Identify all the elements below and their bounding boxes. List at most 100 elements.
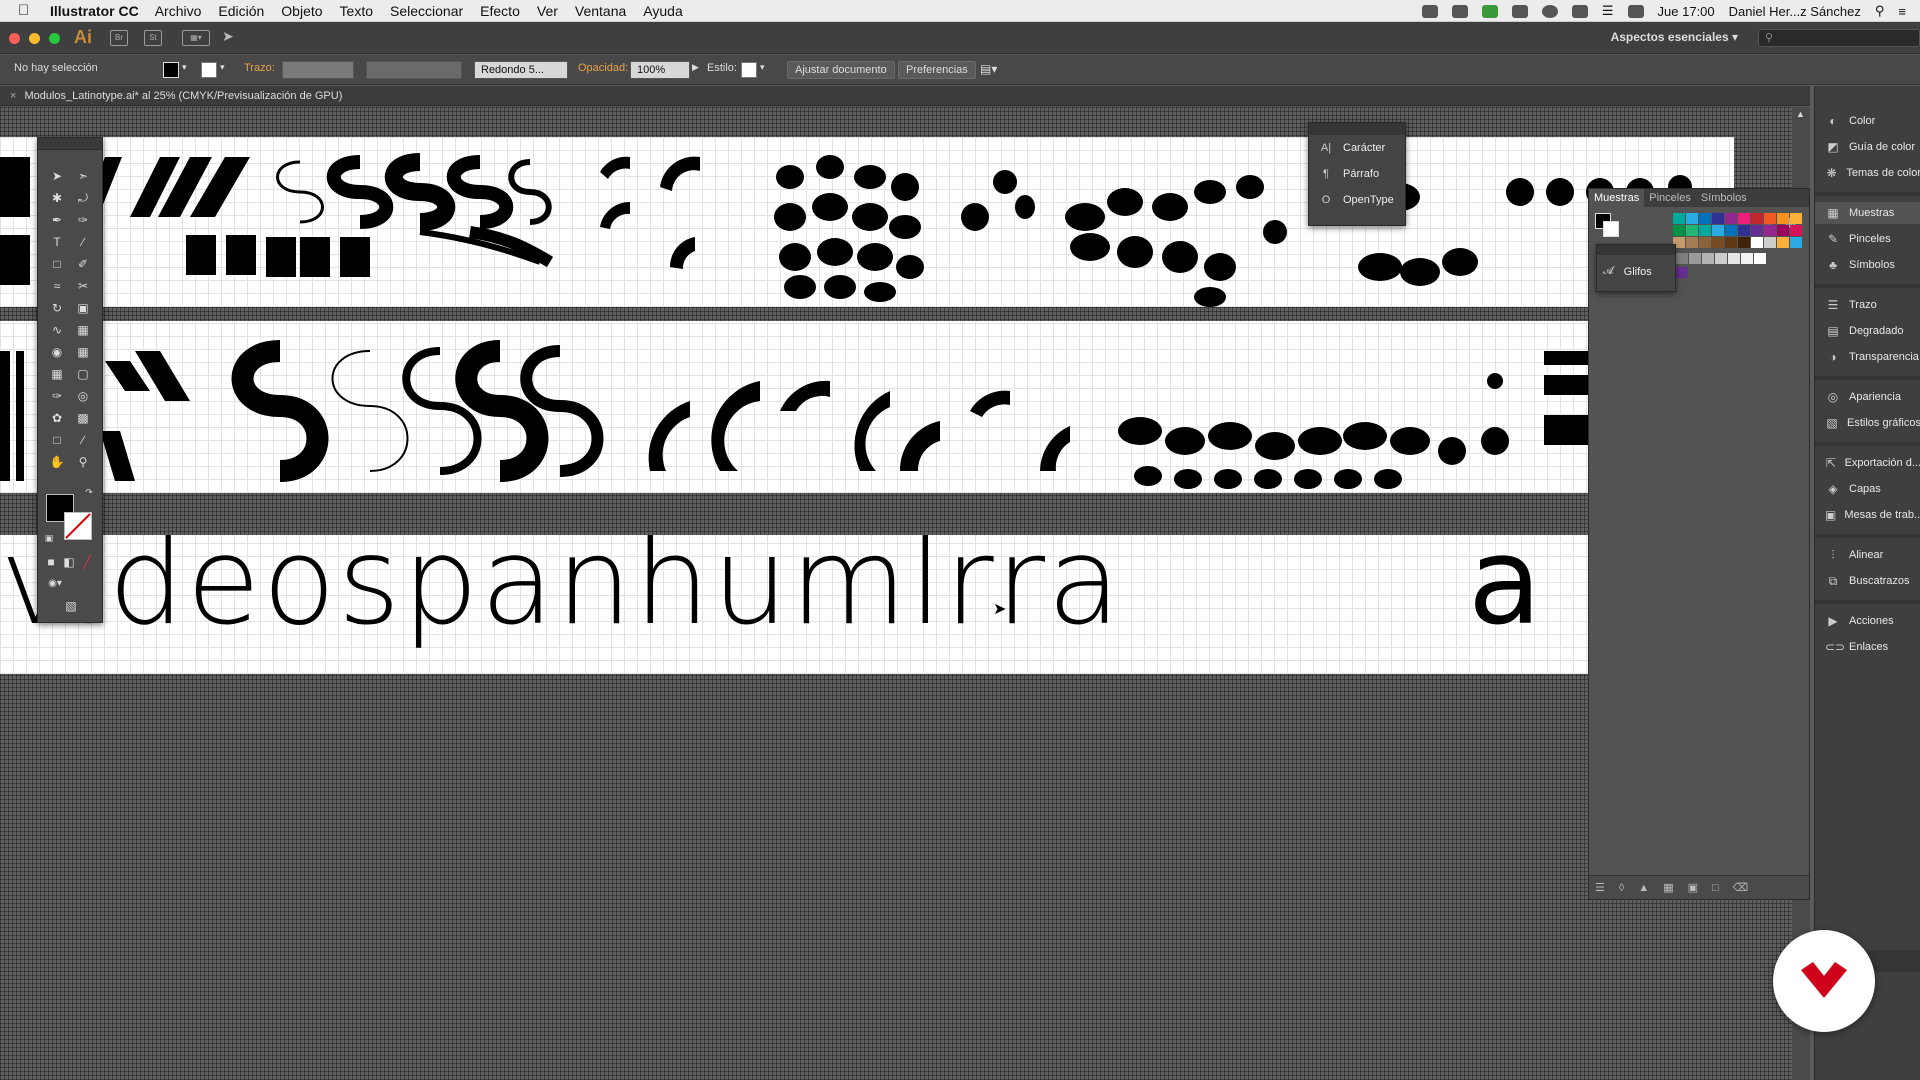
dock-item-align[interactable]: ⫶ Alinear bbox=[1815, 544, 1920, 566]
artboard-top[interactable] bbox=[0, 137, 1734, 307]
swap-fill-stroke-icon[interactable]: ↷ bbox=[78, 482, 100, 502]
style-dropdown-icon[interactable]: ▾ bbox=[760, 62, 765, 73]
dock-item-graphic-styles[interactable]: ▧ Estilos gráficos bbox=[1815, 412, 1920, 434]
color-swatch[interactable] bbox=[1738, 237, 1750, 248]
color-swatch[interactable] bbox=[1712, 225, 1724, 236]
dock-item-symbols[interactable]: ♣ Símbolos bbox=[1815, 254, 1920, 276]
document-tab[interactable]: × Modulos_Latinotype.ai* al 25% (CMYK/Pre… bbox=[0, 86, 1810, 106]
preferences-button[interactable]: Preferencias bbox=[898, 61, 976, 79]
arrange-icon[interactable]: ▤▾ bbox=[980, 62, 997, 76]
color-swatch[interactable] bbox=[1686, 225, 1698, 236]
gray-swatch[interactable] bbox=[1741, 253, 1753, 264]
menu-ver[interactable]: Ver bbox=[537, 3, 558, 19]
color-swatch[interactable] bbox=[1725, 237, 1737, 248]
dock-item-transparency[interactable]: ◑ Transparencia bbox=[1815, 346, 1920, 368]
artboard-middle[interactable] bbox=[0, 321, 1588, 493]
color-swatch[interactable] bbox=[1751, 237, 1763, 248]
fit-document-button[interactable]: Ajustar documento bbox=[787, 61, 895, 79]
color-swatch[interactable] bbox=[1790, 213, 1802, 224]
flag-icon[interactable] bbox=[1481, 4, 1498, 18]
opacity-arrow-icon[interactable]: ▶ bbox=[692, 62, 699, 73]
line-tool-icon[interactable]: ∕ bbox=[72, 232, 94, 252]
dock-item-swatches[interactable]: ▦ Muestras bbox=[1815, 202, 1920, 224]
swatch-options-icon[interactable]: ▦ bbox=[1663, 881, 1673, 894]
menu-ventana[interactable]: Ventana bbox=[575, 3, 626, 19]
glyphs-panel-button[interactable]: 𝓐 Glifos bbox=[1603, 265, 1652, 278]
glyphs-panel-header[interactable] bbox=[1597, 245, 1675, 255]
magic-wand-tool-icon[interactable]: ✱ bbox=[46, 188, 68, 208]
stroke-indicator[interactable] bbox=[1603, 221, 1619, 237]
stroke-dropdown-icon[interactable]: ▾ bbox=[220, 62, 225, 73]
user-name[interactable]: Daniel Her...z Sánchez bbox=[1729, 4, 1861, 19]
color-swatch[interactable] bbox=[1777, 225, 1789, 236]
clock[interactable]: Jue 17:00 bbox=[1658, 4, 1715, 19]
shape-builder-tool-icon[interactable]: ◉ bbox=[46, 342, 68, 362]
menu-efecto[interactable]: Efecto bbox=[480, 3, 520, 19]
rectangle-tool-icon[interactable]: □ bbox=[46, 254, 68, 274]
dock-item-actions[interactable]: ▶ Acciones bbox=[1815, 610, 1920, 632]
dock-item-stroke[interactable]: ☰ Trazo bbox=[1815, 294, 1920, 316]
gray-swatch[interactable] bbox=[1728, 253, 1740, 264]
tools-panel-header[interactable] bbox=[38, 138, 102, 150]
artboard-text[interactable]: videospanhumlrra a bbox=[0, 535, 1588, 674]
column-graph-tool-icon[interactable]: ▩ bbox=[72, 408, 94, 428]
opacity-label[interactable]: Opacidad: bbox=[578, 62, 628, 74]
pen-tool-icon[interactable]: ✒ bbox=[46, 210, 68, 230]
default-colors-icon[interactable]: ▣ bbox=[38, 528, 60, 548]
color-swatch[interactable] bbox=[1673, 213, 1685, 224]
lasso-tool-icon[interactable]: ⤾ bbox=[72, 188, 94, 208]
menu-edicion[interactable]: Edición bbox=[218, 3, 264, 19]
add-to-library-icon[interactable]: ◊ bbox=[1619, 882, 1624, 894]
opacity-field[interactable]: 100% bbox=[630, 61, 690, 79]
notification-center-icon[interactable]: ≡ bbox=[1898, 4, 1906, 19]
paintbrush-tool-icon[interactable]: ✐ bbox=[72, 254, 94, 274]
spotlight-search-icon[interactable]: ⚲ bbox=[1875, 3, 1885, 19]
sample-letter[interactable]: a bbox=[1468, 535, 1542, 643]
color-swatch[interactable] bbox=[1699, 225, 1711, 236]
fill-dropdown-icon[interactable]: ▾ bbox=[182, 62, 187, 73]
zoom-tool-icon[interactable]: ⚲ bbox=[72, 452, 94, 472]
color-swatch[interactable] bbox=[1777, 213, 1789, 224]
type-panels-header[interactable] bbox=[1309, 123, 1405, 135]
color-group-swatch[interactable] bbox=[1676, 267, 1688, 278]
color-swatch[interactable] bbox=[1699, 237, 1711, 248]
color-swatch[interactable] bbox=[1790, 237, 1802, 248]
none-mode-icon[interactable]: ╱ bbox=[76, 552, 98, 572]
delete-swatch-icon[interactable]: ⌫ bbox=[1733, 881, 1749, 894]
close-document-icon[interactable]: × bbox=[10, 86, 16, 106]
stroke-swatch[interactable] bbox=[201, 62, 217, 78]
dock-item-color[interactable]: ◐ Color bbox=[1815, 110, 1920, 132]
selection-tool-icon[interactable]: ➤ bbox=[46, 166, 68, 186]
dock-item-pathfinder[interactable]: ⧉ Buscatrazos bbox=[1815, 570, 1920, 592]
hand-tool-icon[interactable]: ✋ bbox=[46, 452, 68, 472]
tab-pinceles[interactable]: Pinceles bbox=[1644, 189, 1696, 207]
slice-tool-icon[interactable]: ∕ bbox=[72, 430, 94, 450]
arrange-documents-button[interactable]: ▦▾ bbox=[182, 30, 210, 46]
sample-text[interactable]: videospanhumlrra bbox=[0, 535, 1123, 643]
perspective-grid-tool-icon[interactable]: ▦ bbox=[72, 342, 94, 362]
stroke-color-swatch[interactable] bbox=[64, 512, 92, 540]
creative-cloud-icon[interactable] bbox=[1421, 4, 1438, 18]
color-swatch[interactable] bbox=[1686, 213, 1698, 224]
new-swatch-icon[interactable]: □ bbox=[1712, 882, 1719, 894]
record-icon[interactable] bbox=[1541, 4, 1558, 18]
color-swatch[interactable] bbox=[1699, 213, 1711, 224]
color-swatch[interactable] bbox=[1686, 237, 1698, 248]
color-swatch[interactable] bbox=[1751, 225, 1763, 236]
color-swatch[interactable] bbox=[1751, 213, 1763, 224]
draw-mode-icon[interactable]: ◉▾ bbox=[44, 574, 66, 594]
color-swatch[interactable] bbox=[1790, 225, 1802, 236]
dock-item-export[interactable]: ⇱ Exportación d... bbox=[1815, 452, 1920, 474]
new-color-group-icon[interactable]: ▣ bbox=[1688, 881, 1698, 894]
menu-ayuda[interactable]: Ayuda bbox=[643, 3, 682, 19]
rotate-tool-icon[interactable]: ↻ bbox=[46, 298, 68, 318]
menu-seleccionar[interactable]: Seleccionar bbox=[390, 3, 463, 19]
search-field[interactable]: ⚲ bbox=[1758, 29, 1920, 47]
menu-objeto[interactable]: Objeto bbox=[281, 3, 322, 19]
shaper-tool-icon[interactable]: ≈ bbox=[46, 276, 68, 296]
graphic-style-swatch[interactable] bbox=[741, 62, 757, 78]
tab-simbolos[interactable]: Símbolos bbox=[1696, 189, 1752, 207]
scroll-up-icon[interactable]: ▲ bbox=[1796, 109, 1805, 119]
dock-item-brushes[interactable]: ✎ Pinceles bbox=[1815, 228, 1920, 250]
dock-item-links[interactable]: ⊂⊃ Enlaces bbox=[1815, 636, 1920, 658]
